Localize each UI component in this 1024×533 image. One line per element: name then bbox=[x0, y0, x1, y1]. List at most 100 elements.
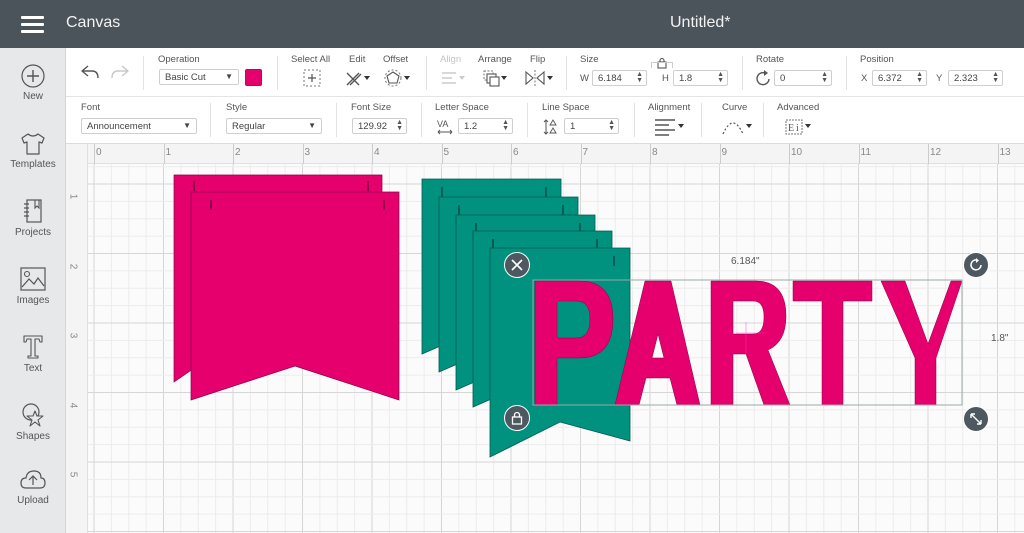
style-label: Style bbox=[226, 102, 248, 113]
font-size-input[interactable]: 129.92 ▲ ▼ bbox=[352, 118, 407, 134]
operation-label: Operation bbox=[158, 54, 200, 65]
advanced-text-icon: Ei bbox=[785, 119, 811, 135]
width-value: 6.184 bbox=[598, 73, 622, 84]
letter-t bbox=[792, 280, 873, 406]
position-label: Position bbox=[860, 54, 894, 65]
size-label: Size bbox=[580, 54, 599, 65]
x-spinner[interactable]: ▲ ▼ bbox=[916, 71, 923, 84]
cloud-upload-icon bbox=[20, 470, 46, 489]
alignment-button[interactable] bbox=[654, 118, 686, 141]
scissors-pencil-icon bbox=[346, 72, 370, 86]
advanced-button[interactable]: Ei bbox=[785, 118, 813, 141]
notebook-icon bbox=[24, 199, 42, 223]
svg-text:E: E bbox=[788, 123, 794, 134]
rotate-value: 0 bbox=[780, 73, 786, 84]
sidebar-item-images[interactable]: Images bbox=[0, 266, 66, 326]
sidebar-item-projects[interactable]: Projects bbox=[0, 198, 66, 258]
hamburger-menu-icon[interactable] bbox=[21, 16, 44, 33]
sidebar-item-upload[interactable]: Upload bbox=[0, 468, 66, 528]
document-title[interactable]: Untitled* bbox=[670, 14, 730, 32]
offset-label: Offset bbox=[383, 54, 409, 65]
sidebar-label: Images bbox=[16, 295, 50, 306]
resize-diagonal-icon bbox=[970, 413, 982, 425]
letter-space-input[interactable]: 1.2 ▲ ▼ bbox=[458, 118, 513, 134]
text-t-icon bbox=[23, 335, 43, 359]
text-toolbar: Font Announcement ▼ Style Regular ▼ Font… bbox=[66, 97, 1024, 144]
redo-icon bbox=[111, 65, 129, 79]
arrange-button[interactable] bbox=[482, 69, 508, 92]
rotate-label: Rotate bbox=[756, 54, 784, 65]
align-icon bbox=[442, 72, 465, 84]
operation-select[interactable]: Basic Cut ▼ bbox=[159, 69, 239, 85]
height-input[interactable]: 1.8 ▲ ▼ bbox=[673, 70, 728, 86]
font-label: Font bbox=[81, 102, 101, 113]
flip-label: Flip bbox=[530, 54, 546, 65]
y-label: Y bbox=[936, 73, 943, 84]
lock-bracket bbox=[651, 62, 673, 68]
rotate-icon bbox=[756, 70, 772, 91]
plus-circle-icon bbox=[21, 64, 45, 88]
height-spinner[interactable]: ▲ ▼ bbox=[717, 71, 724, 84]
rotate-spinner[interactable]: ▲ ▼ bbox=[821, 71, 828, 84]
letter-space-icon: VA bbox=[436, 118, 454, 141]
design-canvas[interactable]: 0 1 2 3 4 5 6 7 8 9 10 11 12 13 12345 6.… bbox=[66, 144, 1024, 533]
close-icon bbox=[511, 259, 523, 271]
align-label: Align bbox=[440, 54, 462, 65]
select-all-button[interactable] bbox=[303, 69, 321, 92]
left-sidebar: New Templates Projects Images Text Shape… bbox=[0, 48, 66, 533]
width-input[interactable]: 6.184 ▲ ▼ bbox=[592, 70, 647, 86]
pink-banner-front[interactable] bbox=[190, 191, 400, 401]
resize-handle[interactable] bbox=[963, 406, 989, 432]
sidebar-label: Shapes bbox=[16, 431, 50, 442]
sidebar-item-text[interactable]: Text bbox=[0, 334, 66, 394]
advanced-label: Advanced bbox=[777, 102, 820, 113]
x-input[interactable]: 6.372 ▲ ▼ bbox=[872, 70, 927, 86]
line-space-icon bbox=[543, 118, 559, 141]
sidebar-item-new[interactable]: New bbox=[0, 64, 66, 124]
tshirt-icon bbox=[21, 133, 45, 155]
line-space-value: 1 bbox=[570, 121, 576, 132]
font-select[interactable]: Announcement ▼ bbox=[81, 118, 197, 134]
line-space-spinner[interactable]: ▲ ▼ bbox=[608, 119, 615, 132]
align-button[interactable] bbox=[440, 70, 466, 91]
rotate-icon bbox=[970, 258, 982, 271]
rotate-handle[interactable] bbox=[963, 252, 989, 278]
y-spinner[interactable]: ▲ ▼ bbox=[992, 71, 999, 84]
offset-button[interactable] bbox=[384, 69, 412, 92]
operation-color-swatch[interactable] bbox=[245, 69, 262, 86]
flip-icon bbox=[525, 70, 553, 86]
sidebar-label: Templates bbox=[10, 159, 56, 170]
alignment-label: Alignment bbox=[648, 102, 691, 113]
sidebar-item-templates[interactable]: Templates bbox=[0, 132, 66, 192]
line-space-input[interactable]: 1 ▲ ▼ bbox=[564, 118, 619, 134]
edit-button[interactable] bbox=[345, 69, 371, 92]
dropdown-arrow-icon: ▼ bbox=[225, 72, 233, 81]
sidebar-item-shapes[interactable]: Shapes bbox=[0, 402, 66, 462]
operation-value: Basic Cut bbox=[165, 72, 206, 83]
width-spinner[interactable]: ▲ ▼ bbox=[636, 71, 643, 84]
rotate-input[interactable]: 0 ▲ ▼ bbox=[774, 70, 832, 86]
edit-label: Edit bbox=[349, 54, 366, 65]
letter-y bbox=[880, 280, 963, 406]
sidebar-label: Text bbox=[23, 363, 43, 374]
lock-handle[interactable] bbox=[504, 405, 530, 431]
delete-handle[interactable] bbox=[504, 252, 530, 278]
letter-space-spinner[interactable]: ▲ ▼ bbox=[502, 119, 509, 132]
undo-icon bbox=[81, 65, 99, 79]
canvas-objects bbox=[173, 174, 963, 458]
font-size-spinner[interactable]: ▲ ▼ bbox=[396, 119, 403, 132]
letter-r bbox=[710, 280, 791, 406]
style-select[interactable]: Regular ▼ bbox=[226, 118, 322, 134]
letter-space-label: Letter Space bbox=[435, 102, 489, 113]
font-size-value: 129.92 bbox=[358, 121, 388, 132]
curve-button[interactable] bbox=[721, 118, 753, 141]
y-input[interactable]: 2.323 ▲ ▼ bbox=[948, 70, 1003, 86]
pink-banner-group[interactable] bbox=[173, 174, 400, 401]
flip-button[interactable] bbox=[524, 69, 554, 92]
lock-icon bbox=[511, 411, 523, 425]
curve-label: Curve bbox=[722, 102, 748, 113]
redo-button[interactable] bbox=[110, 63, 130, 86]
undo-button[interactable] bbox=[80, 63, 100, 86]
shapes-icon bbox=[22, 403, 44, 427]
image-icon bbox=[20, 267, 46, 291]
